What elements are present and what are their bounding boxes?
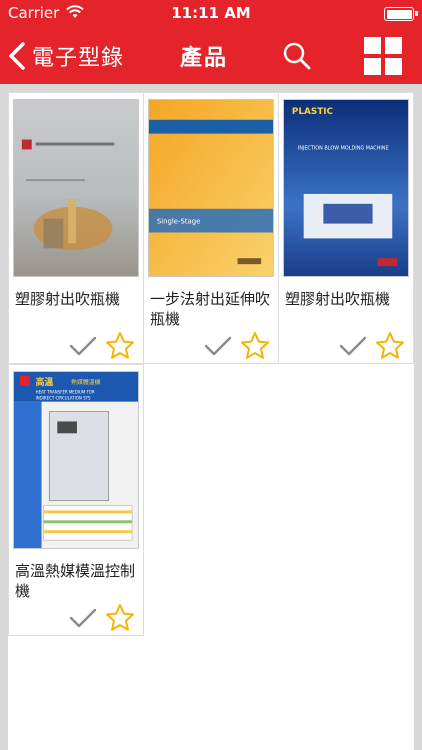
checkmark-icon[interactable]: [339, 335, 367, 357]
checkmark-icon[interactable]: [69, 607, 97, 629]
product-cover-image[interactable]: [13, 99, 139, 277]
star-icon[interactable]: [240, 331, 270, 361]
product-cover-image[interactable]: 高溫 熱媒體溫機 HEAT TRANSFER MEDIUM FOR INDIRE…: [13, 371, 139, 549]
product-cover-image[interactable]: Single-Stage: [148, 99, 274, 277]
status-bar: Carrier 11:11 AM: [0, 0, 422, 28]
product-card[interactable]: 塑膠射出吹瓶機: [8, 92, 144, 364]
product-cover-image[interactable]: PLASTIC INJECTION BLOW MOLDING MACHINE: [283, 99, 409, 277]
navigation-bar: 電子型錄 產品: [0, 28, 422, 84]
cover-title-zh: 熱媒體溫機: [71, 378, 101, 386]
product-grid: 塑膠射出吹瓶機 Single-Stage 一步法射出延伸吹瓶機 PLASTIC …: [8, 92, 414, 750]
back-label: 電子型錄: [32, 46, 125, 71]
star-icon[interactable]: [375, 331, 405, 361]
product-name: 一步法射出延伸吹瓶機: [150, 290, 271, 328]
checkmark-icon[interactable]: [69, 335, 97, 357]
cover-title: Single-Stage: [157, 218, 200, 226]
chevron-left-icon: [9, 42, 25, 70]
clock: 11:11 AM: [171, 4, 251, 22]
cover-subtitle-en: INDIRECT CIRCULATION SYS: [36, 396, 91, 401]
star-icon[interactable]: [105, 331, 135, 361]
product-name: 高溫熱媒模溫控制機: [15, 562, 136, 600]
star-icon[interactable]: [105, 603, 135, 633]
page-title: 產品: [180, 46, 229, 71]
battery-icon: [384, 7, 418, 21]
cover-title-en: HEAT TRANSFER MEDIUM FOR: [36, 390, 95, 395]
product-card[interactable]: PLASTIC INJECTION BLOW MOLDING MACHINE 塑…: [278, 92, 414, 364]
checkmark-icon[interactable]: [204, 335, 232, 357]
cover-brand: 高溫: [36, 376, 54, 388]
cover-title: PLASTIC: [292, 107, 333, 117]
product-name: 塑膠射出吹瓶機: [285, 290, 391, 308]
product-name: 塑膠射出吹瓶機: [15, 290, 121, 308]
back-button[interactable]: 電子型錄: [6, 38, 124, 74]
product-card[interactable]: 高溫 熱媒體溫機 HEAT TRANSFER MEDIUM FOR INDIRE…: [8, 364, 144, 636]
product-card[interactable]: Single-Stage 一步法射出延伸吹瓶機: [143, 92, 279, 364]
search-icon[interactable]: [282, 41, 312, 71]
cover-subtitle: INJECTION BLOW MOLDING MACHINE: [298, 145, 389, 151]
grid-view-icon[interactable]: [364, 37, 402, 75]
